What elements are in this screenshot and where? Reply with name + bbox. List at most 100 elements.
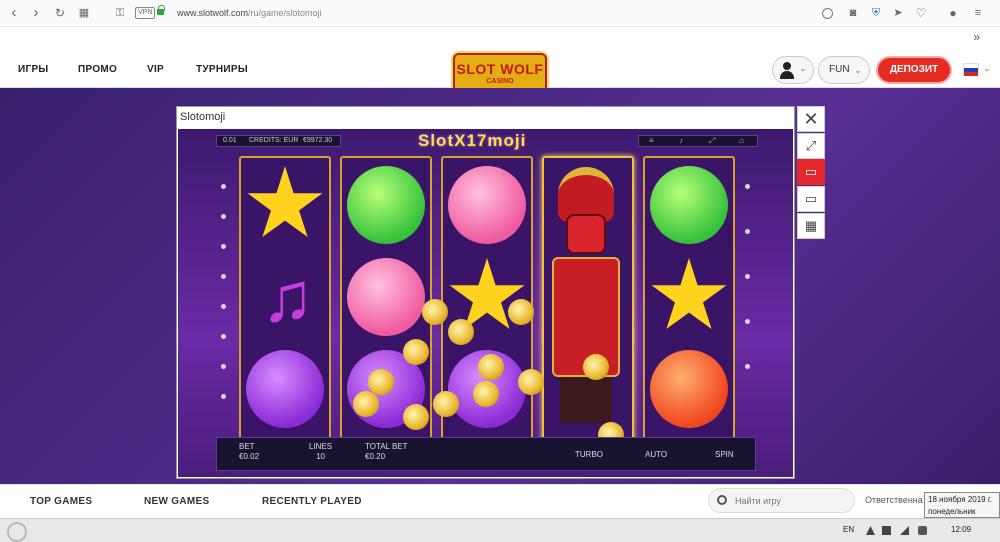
tray-arrow-icon[interactable] (866, 526, 875, 535)
nav-vip[interactable]: VIP (147, 64, 164, 75)
heart-icon[interactable]: ♡ (913, 5, 929, 21)
credits-value: €9972.30 (303, 137, 333, 144)
coin-icon (508, 299, 534, 325)
profile-icon[interactable]: ● (945, 5, 961, 21)
game-logo: SlotX17moji (418, 131, 527, 150)
volume-icon[interactable] (918, 526, 927, 535)
chevron-down-icon: ⌄ (799, 63, 807, 73)
total-bet-label: TOTAL BET (365, 442, 408, 451)
payline-marker (745, 229, 750, 234)
mode-label: FUN (829, 64, 850, 75)
url-domain: www.slotwolf.com (177, 8, 249, 18)
back-icon[interactable]: ‹ (6, 5, 22, 21)
slot-game-canvas[interactable]: 0.01 CREDITS: EUR €9972.30 SlotX17moji ≡… (178, 129, 793, 477)
auto-button[interactable]: AUTO (645, 450, 667, 459)
payline-marker (221, 334, 226, 339)
grid-icon[interactable]: ▦ (76, 5, 92, 21)
tab-recently-played[interactable]: RECENTLY PLAYED (262, 496, 362, 507)
view-mode-3-button[interactable]: ▦ (797, 213, 825, 239)
payline-marker (221, 364, 226, 369)
view-mode-2-button[interactable]: ▭ (797, 186, 825, 212)
clock[interactable]: 12:09 (951, 525, 971, 534)
start-icon[interactable] (7, 522, 27, 542)
nav-promo[interactable]: ПРОМО (78, 64, 117, 75)
total-bet-value: €0.20 (365, 452, 386, 461)
reel-5 (643, 156, 735, 442)
coin-icon (403, 404, 429, 430)
monitor-grid-icon: ▦ (804, 218, 818, 233)
coin-icon (433, 391, 459, 417)
network-icon[interactable] (900, 526, 909, 535)
responsible-gaming-link[interactable]: Ответственна (865, 495, 923, 505)
fullscreen-button[interactable]: ⤢ (797, 133, 825, 159)
deposit-button[interactable]: ДЕПОЗИТ (876, 56, 952, 84)
home-icon[interactable]: ⌂ (739, 136, 744, 145)
bet-value: €0.02 (239, 452, 260, 461)
close-game-button[interactable]: ✕ (797, 106, 825, 132)
monitor-split-icon: ▭ (804, 191, 818, 206)
total-bet-display: TOTAL BET €0.20 (365, 442, 408, 462)
bet-display[interactable]: BET €0.02 (239, 442, 259, 462)
os-taskbar: EN 12:09 (0, 518, 1000, 542)
samurai-legs (560, 377, 612, 423)
bookmarks-more-icon[interactable]: » (973, 30, 980, 44)
mode-select[interactable]: FUN ⌄ (818, 56, 870, 84)
shield-icon[interactable]: ⛨ (868, 5, 884, 21)
tray-app-icon[interactable] (882, 526, 891, 535)
spin-button[interactable]: SPIN (715, 450, 734, 459)
reload-icon[interactable]: ↻ (52, 5, 68, 21)
vpn-badge[interactable]: VPN (135, 7, 156, 19)
search-input[interactable]: Найти игру (708, 488, 855, 513)
payline-marker (745, 184, 750, 189)
payline-marker (221, 394, 226, 399)
russian-flag-icon[interactable] (963, 63, 979, 76)
date-tooltip: 18 ноября 2019 г. понедельник (924, 492, 1000, 518)
menu-icon[interactable]: ≡ (649, 136, 654, 145)
browser-toolbar: ‹ › ↻ ▦ ⚿ VPN www.slotwolf.com/ru/game/s… (0, 0, 1000, 27)
user-icon (783, 62, 791, 70)
coin-icon (478, 354, 504, 380)
key-icon[interactable]: ⚿ (112, 5, 128, 21)
chevron-down-icon: ⌄ (854, 65, 862, 75)
chevron-down-icon[interactable]: ⌄ (983, 63, 991, 74)
angry-emoji-symbol-icon (650, 350, 728, 428)
heart-eyes-emoji-symbol-icon (347, 258, 425, 336)
user-icon-body (780, 71, 794, 79)
coin-icon (368, 369, 394, 395)
tab-new-games[interactable]: NEW GAMES (144, 496, 209, 507)
camera-icon[interactable]: ◙ (845, 5, 861, 21)
tab-top-games[interactable]: TOP GAMES (30, 496, 92, 507)
language-indicator[interactable]: EN (843, 525, 854, 534)
lines-display[interactable]: LINES 10 (309, 442, 332, 462)
nav-games[interactable]: ИГРЫ (18, 64, 49, 75)
search-icon[interactable] (822, 8, 833, 19)
fullscreen-icon[interactable]: ⤢ (709, 136, 715, 146)
payline-marker (221, 184, 226, 189)
logo-subtext: CASINO (486, 78, 514, 85)
bookmarks-bar: » (0, 27, 1000, 51)
send-icon[interactable]: ➤ (890, 5, 906, 21)
sound-icon[interactable]: ♪ (679, 136, 683, 145)
payline-marker (221, 274, 226, 279)
game-title: Slotomoji (180, 111, 226, 123)
logo-text: SLOT WOLF (456, 61, 544, 77)
coin-icon (422, 299, 448, 325)
coin-icon (403, 339, 429, 365)
menu-icon[interactable]: ≡ (970, 5, 986, 21)
reel-1: ♫ (239, 156, 331, 442)
forward-icon[interactable]: › (28, 5, 44, 21)
game-control-bar: ≡ ♪ ⤢ ⌂ (638, 135, 758, 147)
coin-icon (583, 354, 609, 380)
view-mode-1-button[interactable]: ▭ (797, 159, 825, 185)
nav-tournaments[interactable]: ТУРНИРЫ (196, 64, 248, 75)
address-bar[interactable]: www.slotwolf.com/ru/game/slotomoji (177, 8, 322, 18)
turbo-button[interactable]: TURBO (575, 450, 603, 459)
music-note-symbol-icon: ♫ (261, 258, 314, 336)
coin-icon (353, 391, 379, 417)
star-symbol-icon (247, 166, 323, 237)
lock-icon (157, 5, 165, 15)
samurai-mask (566, 214, 606, 254)
user-menu-button[interactable]: ⌄ (772, 56, 814, 84)
game-bottom-bar: BET €0.02 LINES 10 TOTAL BET €0.20 TURBO… (216, 437, 756, 471)
star-symbol-icon (651, 258, 727, 329)
